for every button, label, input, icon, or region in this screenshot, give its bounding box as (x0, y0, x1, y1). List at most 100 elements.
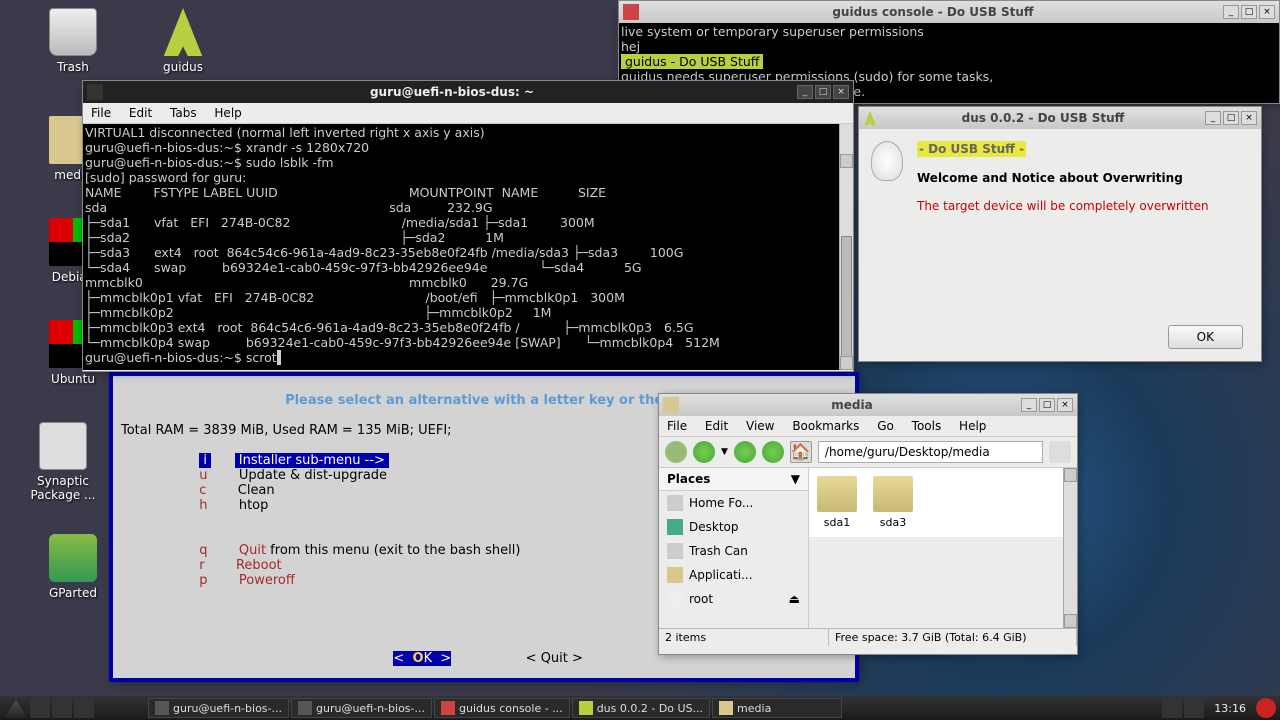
window-file-manager[interactable]: media _ □ × File Edit View Bookmarks Go … (658, 393, 1078, 655)
scroll-down-button[interactable] (1064, 614, 1077, 628)
scroll-up-button[interactable] (1064, 468, 1077, 482)
scroll-thumb[interactable] (841, 236, 852, 370)
places-sidebar: Places▼ Home Fo... Desktop Trash Can App… (659, 468, 809, 628)
workspace-switcher[interactable] (74, 698, 94, 718)
clock[interactable]: 13:16 (1214, 702, 1246, 715)
eject-icon[interactable]: ⏏ (789, 592, 800, 606)
back-button[interactable] (665, 441, 687, 463)
guidus-icon (579, 701, 593, 715)
go-button[interactable] (1049, 441, 1071, 463)
menu-edit[interactable]: Edit (129, 106, 152, 120)
menu-key: p (199, 573, 207, 588)
places-header[interactable]: Places▼ (659, 468, 808, 491)
titlebar[interactable]: dus 0.0.2 - Do USB Stuff _ □ × (859, 107, 1261, 129)
place-applications[interactable]: Applicati... (659, 563, 808, 587)
show-desktop-button[interactable] (52, 698, 72, 718)
forward-button[interactable] (693, 441, 715, 463)
dialog-subheading: Welcome and Notice about Overwriting (917, 171, 1209, 185)
maximize-button[interactable]: □ (815, 85, 831, 99)
menu-tools[interactable]: Tools (912, 419, 942, 433)
close-button[interactable]: × (1259, 5, 1275, 19)
toolbar: ▼ 🏠 (659, 437, 1077, 468)
up-button[interactable] (734, 441, 756, 463)
menu-item-installer[interactable]: Installer sub-menu --> (235, 453, 389, 468)
place-trash[interactable]: Trash Can (659, 539, 808, 563)
window-dus-dialog[interactable]: dus 0.0.2 - Do USB Stuff _ □ × - Do USB … (858, 106, 1262, 362)
network-icon[interactable] (1184, 698, 1204, 718)
terminal-output[interactable]: VIRTUAL1 disconnected (normal left inver… (83, 124, 853, 370)
menu-go[interactable]: Go (877, 419, 894, 433)
trash-icon (49, 8, 97, 56)
titlebar[interactable]: guru@uefi-n-bios-dus: ~ _ □ × (83, 81, 853, 103)
minimize-button[interactable]: _ (1223, 5, 1239, 19)
minimize-button[interactable]: _ (797, 85, 813, 99)
ok-button[interactable]: OK (1168, 325, 1243, 349)
path-input[interactable] (818, 441, 1043, 463)
menu-item-update[interactable]: Update & dist-upgrade (239, 468, 387, 483)
dialog-heading: - Do USB Stuff - (917, 141, 1026, 157)
menu-item-poweroff[interactable]: Poweroff (239, 573, 295, 588)
status-items: 2 items (659, 629, 829, 646)
menu-file[interactable]: File (667, 419, 687, 433)
home-button[interactable]: 🏠 (790, 441, 812, 463)
minimize-button[interactable]: _ (1021, 398, 1037, 412)
scrollbar[interactable] (1063, 468, 1077, 628)
window-terminal[interactable]: guru@uefi-n-bios-dus: ~ _ □ × File Edit … (82, 80, 854, 372)
maximize-button[interactable]: □ (1223, 111, 1239, 125)
menu-item-htop[interactable]: htop (239, 498, 269, 513)
menu-view[interactable]: View (746, 419, 774, 433)
file-view[interactable]: sda1 sda3 (809, 468, 1077, 537)
menu-help[interactable]: Help (214, 106, 241, 120)
task-button[interactable]: guru@uefi-n-bios-... (291, 698, 432, 718)
desktop-icon-gparted[interactable]: GParted (28, 534, 118, 600)
maximize-button[interactable]: □ (1241, 5, 1257, 19)
menu-item-reboot[interactable]: Reboot (236, 558, 282, 573)
minimize-button[interactable]: _ (1205, 111, 1221, 125)
menu-edit[interactable]: Edit (705, 419, 728, 433)
folder-item[interactable]: sda3 (873, 476, 913, 529)
dialog-body: - Do USB Stuff - Welcome and Notice abou… (859, 129, 1261, 225)
menu-bookmarks[interactable]: Bookmarks (792, 419, 859, 433)
window-title: guru@uefi-n-bios-dus: ~ (109, 85, 795, 99)
titlebar[interactable]: media _ □ × (659, 394, 1077, 416)
place-home[interactable]: Home Fo... (659, 491, 808, 515)
place-desktop[interactable]: Desktop (659, 515, 808, 539)
folder-icon (873, 476, 913, 512)
terminal-text: VIRTUAL1 disconnected (normal left inver… (85, 125, 720, 365)
desktop-icon-trash[interactable]: Trash (28, 8, 118, 74)
dialog-warning: The target device will be completely ove… (917, 199, 1209, 213)
menu-file[interactable]: File (91, 106, 111, 120)
task-button[interactable]: guru@uefi-n-bios-... (148, 698, 289, 718)
titlebar[interactable]: guidus console - Do USB Stuff _ □ × (619, 1, 1279, 23)
close-button[interactable]: × (1057, 398, 1073, 412)
file-manager-launcher[interactable] (30, 698, 50, 718)
scroll-up-button[interactable] (840, 154, 853, 168)
start-menu-button[interactable] (4, 698, 28, 718)
scrollbar[interactable] (839, 124, 853, 370)
status-freespace: Free space: 3.7 GiB (Total: 6.4 GiB) (829, 629, 1077, 646)
close-button[interactable]: × (1241, 111, 1257, 125)
taskbar: guru@uefi-n-bios-... guru@uefi-n-bios-..… (0, 696, 1280, 720)
maximize-button[interactable]: □ (1039, 398, 1055, 412)
menu-item-clean[interactable]: Clean (238, 483, 275, 498)
scroll-down-button[interactable] (840, 356, 853, 370)
reload-button[interactable] (762, 441, 784, 463)
menu-item-quit[interactable]: Quit (239, 543, 266, 558)
desktop-icon-synaptic[interactable]: Synaptic Package ... (18, 422, 108, 502)
task-button[interactable]: dus 0.0.2 - Do US... (572, 698, 710, 718)
ok-button[interactable]: < OK > (393, 651, 451, 666)
folder-item[interactable]: sda1 (817, 476, 857, 529)
close-button[interactable]: × (833, 85, 849, 99)
history-dropdown-icon[interactable]: ▼ (721, 447, 728, 457)
home-icon (667, 495, 683, 511)
desktop-icon-guidus[interactable]: guidus (138, 8, 228, 74)
place-root[interactable]: root⏏ (659, 587, 808, 611)
quit-button[interactable]: < Quit > (526, 651, 583, 666)
task-button[interactable]: guidus console - ... (434, 698, 570, 718)
task-button[interactable]: media (712, 698, 842, 718)
tray-icon[interactable] (1162, 698, 1182, 718)
menu-help[interactable]: Help (959, 419, 986, 433)
menu-tabs[interactable]: Tabs (170, 106, 197, 120)
power-button[interactable] (1256, 698, 1276, 718)
menu-key: q (199, 543, 207, 558)
